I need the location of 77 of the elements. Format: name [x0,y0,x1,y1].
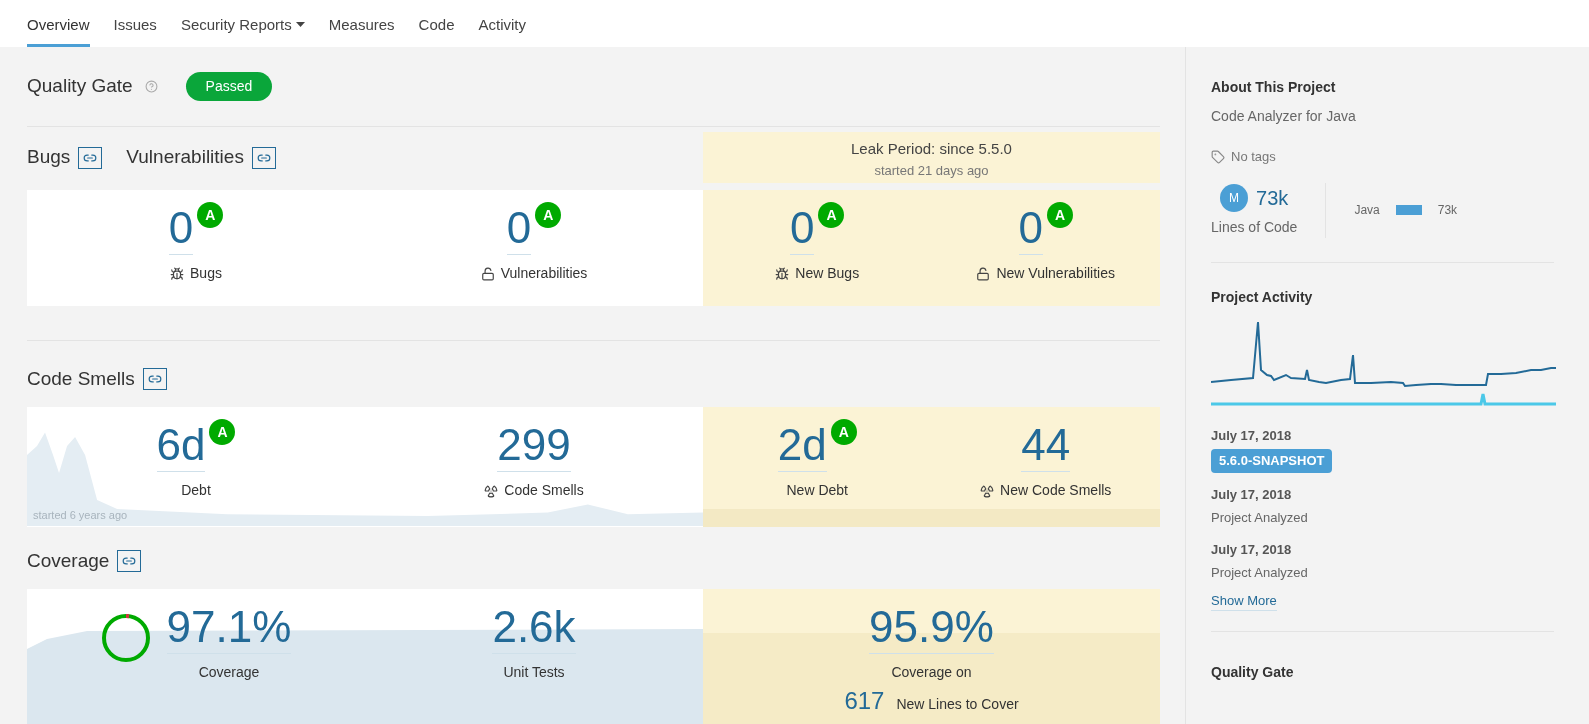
radiation-icon [484,483,499,498]
measure-value[interactable]: 299 [497,419,571,472]
section-title: Code Smells [27,366,135,391]
sidebar-heading: Project Activity [1211,287,1314,307]
measure-label: New Debt [786,481,848,500]
language-bar [1395,205,1422,215]
measure-value[interactable]: 97.1% [166,601,292,654]
bug-icon [775,266,790,281]
rating-badge[interactable]: A [209,419,236,445]
rating-badge[interactable]: A [1047,202,1073,228]
measure-label: Bugs [190,264,222,283]
event-date: July 17, 2018 [1211,540,1293,559]
nav-tab[interactable]: Overview [27,13,90,47]
event-text: Project Analyzed [1211,509,1309,527]
link-button[interactable] [251,146,276,169]
measure-label: New Vulnerabilities [996,264,1115,283]
quality-gate-title: Quality Gate [27,74,133,99]
measure-label: Unit Tests [503,663,565,682]
measure-label: New Lines to Cover [896,695,1019,714]
measure-value[interactable]: 0 [790,202,815,255]
nav-tab[interactable]: Measures [328,13,395,47]
nav-tab[interactable]: Issues [113,13,157,47]
measure-value[interactable]: 2d [777,419,827,472]
measure-label: Debt [181,481,211,500]
measure-value[interactable]: 0 [1018,202,1043,255]
measure-label: Vulnerabilities [500,264,588,283]
nav-tab[interactable]: Security Reports [180,13,305,47]
coverage-donut [100,613,151,663]
link-button[interactable] [117,550,142,572]
rating-badge[interactable]: A [535,202,562,228]
rating-badge[interactable]: A [197,202,224,228]
language-lines: 73k [1437,202,1458,219]
event-date: July 17, 2018 [1211,485,1293,504]
unlocked-padlock-icon [480,266,495,281]
measure-value[interactable]: 617 [844,683,885,719]
show-more-link[interactable]: Show More [1211,590,1277,611]
link-icon [122,554,137,568]
sidebar-heading: Quality Gate [1211,664,1294,680]
measure-label: Coverage on [891,663,972,682]
link-button[interactable] [78,146,103,169]
measure-label: New Code Smells [1000,481,1112,500]
measure-value[interactable]: 0 [168,202,194,255]
rating-badge[interactable]: A [830,419,857,445]
size-rating-badge: M [1220,183,1249,212]
tags-text: No tags [1231,148,1276,166]
rating-badge[interactable]: A [818,202,845,228]
measure-value[interactable]: 95.9% [869,601,994,654]
unlocked-padlock-icon [976,266,991,281]
measure-label: Code Smells [504,481,584,500]
link-button[interactable] [142,368,167,390]
sidebar-heading: About This Project [1211,78,1337,97]
nav-tab[interactable]: Activity [478,13,526,47]
version-tag: 5.6.0-SNAPSHOT [1211,449,1333,473]
caret-icon [295,21,305,28]
measure-value[interactable]: 6d [156,419,206,472]
tag-icon [1211,149,1225,164]
leak-period-title: Leak Period: since 5.5.0 [851,139,1012,159]
measure-value[interactable]: 2.6k [492,601,576,654]
link-icon [147,372,162,386]
nav-tab[interactable]: Code [418,13,455,47]
measure-label: New Bugs [795,264,860,283]
event-text: Project Analyzed [1211,564,1309,582]
project-description: Code Analyzer for Java [1211,107,1357,126]
section-title: Vulnerabilities [126,145,244,170]
section-title: Coverage [27,548,110,573]
lines-of-code-value[interactable]: 73k [1256,182,1289,213]
bug-icon [170,266,185,281]
measure-value[interactable]: 44 [1021,419,1071,472]
status-badge: Passed [185,72,273,101]
lines-of-code-label: Lines of Code [1211,217,1298,237]
event-date: July 17, 2018 [1211,426,1293,445]
radiation-icon [980,483,995,498]
language-name: Java [1354,202,1380,219]
measure-value[interactable]: 0 [506,202,532,255]
measure-label: Coverage [198,663,260,682]
leak-period-subtitle: started 21 days ago [874,161,989,180]
section-title: Bugs [27,145,71,170]
